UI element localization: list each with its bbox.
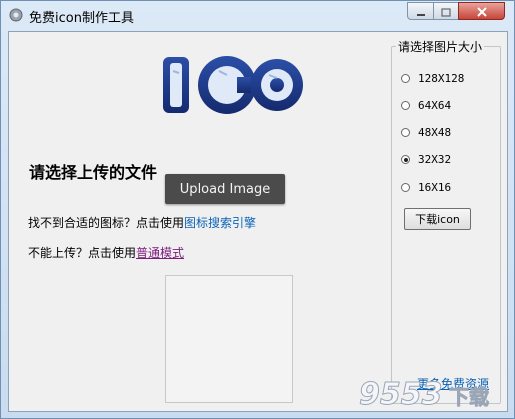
search-hint: 找不到合适的图标？点击使用图标搜索引擎 [28,214,256,231]
site-watermark: 9553 下载 [357,374,507,418]
radio-label: 128X128 [418,72,465,85]
app-window: 免费icon制作工具 请选择上传的文件 Upload Image 找不到合适的图… [0,0,515,419]
main-heading: 请选择上传的文件 [29,163,158,182]
svg-text:9553: 9553 [359,377,443,412]
radio-button-selected-icon [401,155,410,164]
gear-icon [8,7,24,23]
normal-mode-hint-text: 不能上传？点击使用 [28,246,137,260]
radio-label: 48X48 [418,126,452,139]
radio-16x16[interactable]: 16X16 [401,181,451,194]
close-button[interactable] [458,2,505,20]
radio-button-icon [401,183,410,192]
radio-label: 64X64 [418,99,452,112]
title-bar[interactable]: 免费icon制作工具 [1,1,514,29]
radio-48x48[interactable]: 48X48 [401,126,451,139]
radio-64x64[interactable]: 64X64 [401,99,451,112]
search-hint-text: 找不到合适的图标？点击使用 [28,216,185,230]
image-preview-box [165,275,293,403]
radio-label: 32X32 [418,153,452,166]
window-title: 免费icon制作工具 [29,11,134,26]
close-icon [476,2,488,21]
icon-search-link[interactable]: 图标搜索引擎 [184,216,256,230]
size-group-title: 请选择图片大小 [396,38,485,55]
minimize-button[interactable] [407,2,434,20]
upload-image-button[interactable]: Upload Image [165,174,285,204]
normal-mode-link[interactable]: 普通模式 [136,246,184,260]
maximize-button[interactable] [433,2,459,20]
radio-label: 16X16 [418,181,452,194]
download-icon-button[interactable]: 下载icon [404,208,471,230]
ico-logo [159,49,303,123]
radio-32x32[interactable]: 32X32 [401,153,451,166]
radio-128x128[interactable]: 128X128 [401,72,464,85]
radio-button-icon [401,74,410,83]
svg-text:下载: 下载 [449,385,489,409]
radio-button-icon [401,101,410,110]
maximize-icon [441,2,451,21]
minimize-icon [416,2,426,21]
radio-button-icon [401,128,410,137]
client-area: 请选择上传的文件 Upload Image 找不到合适的图标？点击使用图标搜索引… [8,31,508,412]
normal-mode-hint: 不能上传？点击使用普通模式 [28,244,184,261]
